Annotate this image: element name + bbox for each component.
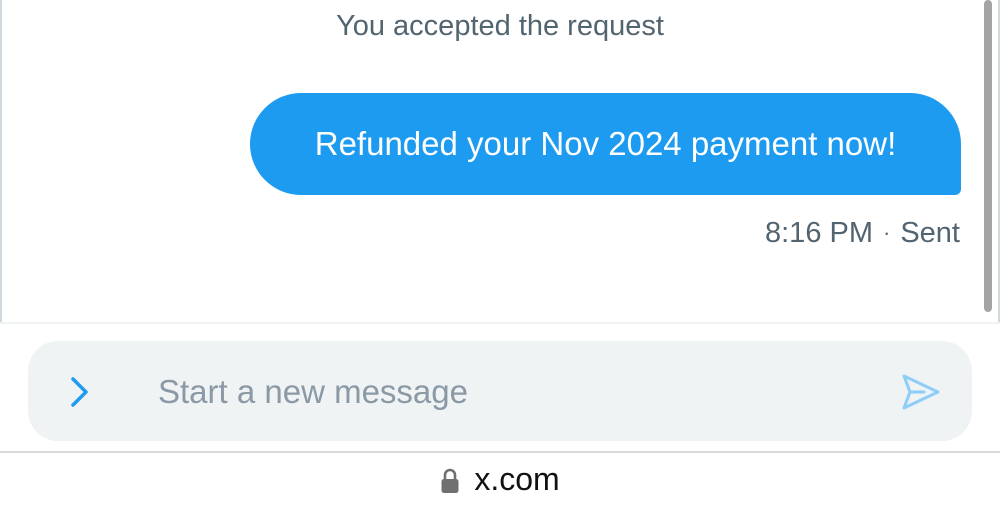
- composer-divider: [0, 322, 1000, 324]
- message-input[interactable]: [158, 362, 858, 422]
- message-time: 8:16 PM: [765, 217, 873, 249]
- send-icon[interactable]: [900, 372, 942, 412]
- message-meta: 8:16 PM · Sent: [765, 214, 960, 252]
- request-accepted-note: You accepted the request: [336, 10, 664, 42]
- browser-address-bar[interactable]: x.com: [0, 453, 1000, 506]
- thread-scrollbar[interactable]: [984, 0, 992, 312]
- message-text: Refunded your Nov 2024 payment now!: [314, 125, 897, 162]
- url-text: x.com: [474, 461, 560, 497]
- meta-separator: ·: [883, 220, 891, 245]
- outgoing-message-bubble[interactable]: Refunded your Nov 2024 payment now!: [250, 93, 961, 195]
- dm-conversation-screen: You accepted the request Refunded your N…: [0, 0, 1000, 506]
- lock-icon: [441, 468, 459, 493]
- chevron-right-icon[interactable]: [64, 374, 94, 410]
- message-status: Sent: [900, 217, 960, 249]
- thread-left-border: [0, 0, 2, 322]
